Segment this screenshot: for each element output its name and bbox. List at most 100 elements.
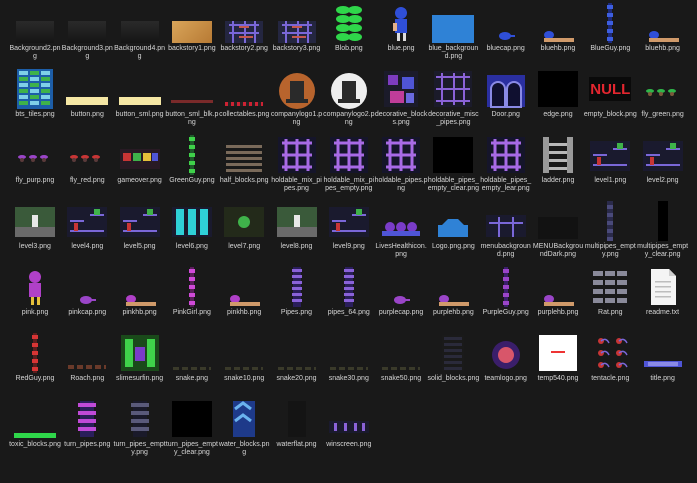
file-item[interactable]: fly_red.png xyxy=(60,135,114,185)
file-item[interactable]: level9.png xyxy=(322,201,376,251)
file-item[interactable]: pipes_64.png xyxy=(322,267,376,317)
file-item[interactable]: toxic_blocks.png xyxy=(8,399,62,449)
file-name: level1.png xyxy=(594,177,627,184)
file-item[interactable]: snake.png xyxy=(165,333,219,383)
file-item[interactable]: holdable_pipes.png xyxy=(374,135,428,193)
file-item[interactable]: pinkhb.png xyxy=(217,267,271,317)
file-item[interactable]: purplehb.png xyxy=(531,267,585,317)
file-item[interactable]: purplecap.png xyxy=(374,267,428,317)
file-item[interactable]: snake10.png xyxy=(217,333,271,383)
file-item[interactable]: Blob.png xyxy=(322,3,376,53)
file-item[interactable]: waterflat.png xyxy=(270,399,324,449)
file-item[interactable]: NULL empty_block.png xyxy=(583,69,637,119)
file-item[interactable]: pinkhb.png xyxy=(113,267,167,317)
file-item[interactable]: gameover.png xyxy=(113,135,167,185)
file-item[interactable]: Pipes.png xyxy=(270,267,324,317)
file-item[interactable]: solid_blocks.png xyxy=(426,333,480,383)
file-item[interactable]: menubackground.png xyxy=(479,201,533,259)
file-item[interactable]: slimesurfin.png xyxy=(113,333,167,383)
file-name: Door.png xyxy=(491,111,520,118)
file-item[interactable]: collectables.png xyxy=(217,69,271,119)
file-item[interactable]: holdable_mix_pipes_empty.png xyxy=(322,135,376,193)
file-item[interactable]: snake50.png xyxy=(374,333,428,383)
file-item[interactable]: backstory1.png xyxy=(165,3,219,53)
file-item[interactable]: GreenGuy.png xyxy=(165,135,219,185)
file-item[interactable]: temp540.png xyxy=(531,333,585,383)
image-thumbnail-icon xyxy=(432,135,474,175)
file-item[interactable]: teamlogo.png xyxy=(479,333,533,383)
file-name: MENUBackgroundDark.png xyxy=(532,243,584,258)
file-item[interactable]: companylogo1.png xyxy=(270,69,324,127)
file-item[interactable]: turn_pipes_empty_clear.png xyxy=(165,399,219,457)
file-item[interactable]: level8.png xyxy=(270,201,324,251)
file-item[interactable]: pinkcap.png xyxy=(60,267,114,317)
file-item[interactable]: button_sml.png xyxy=(113,69,167,119)
file-item[interactable]: pink.png xyxy=(8,267,62,317)
file-item[interactable]: turn_pipes.png xyxy=(60,399,114,449)
file-item[interactable]: turn_pipes_empty.png xyxy=(113,399,167,457)
file-item[interactable]: level7.png xyxy=(217,201,271,251)
file-item[interactable]: fly_purp.png xyxy=(8,135,62,185)
file-item[interactable]: bluehb.png xyxy=(636,3,690,53)
file-item[interactable]: RedGuy.png xyxy=(8,333,62,383)
file-item[interactable]: half_blocks.png xyxy=(217,135,271,185)
file-item[interactable]: winscreen.png xyxy=(322,399,376,449)
file-item[interactable]: level2.png xyxy=(636,135,690,185)
file-item[interactable]: blue_background.png xyxy=(426,3,480,61)
file-item[interactable]: decorative_blocks.png xyxy=(374,69,428,127)
file-item[interactable]: decorative_misc_pipes.png xyxy=(426,69,480,127)
file-item[interactable]: Background4.png xyxy=(113,3,167,61)
file-item[interactable]: tentacle.png xyxy=(583,333,637,383)
file-item[interactable]: readme.txt xyxy=(636,267,690,317)
file-item[interactable]: Door.png xyxy=(479,69,533,119)
file-item[interactable]: level4.png xyxy=(60,201,114,251)
file-name: multipipes_empty.png xyxy=(584,243,636,258)
file-item[interactable]: snake20.png xyxy=(270,333,324,383)
file-item[interactable]: level5.png xyxy=(113,201,167,251)
file-item[interactable]: edge.png xyxy=(531,69,585,119)
file-item[interactable]: bluehb.png xyxy=(531,3,585,53)
file-item[interactable]: holdable_mix_pipes.png xyxy=(270,135,324,193)
file-item[interactable]: water_blocks.png xyxy=(217,399,271,457)
file-item[interactable]: fly_green.png xyxy=(636,69,690,119)
file-item[interactable]: level6.png xyxy=(165,201,219,251)
file-item[interactable]: blue.png xyxy=(374,3,428,53)
file-item[interactable]: MENUBackgroundDark.png xyxy=(531,201,585,259)
file-item[interactable]: purplehb.png xyxy=(426,267,480,317)
image-thumbnail-icon xyxy=(14,3,56,43)
file-name: level5.png xyxy=(123,243,156,250)
file-item[interactable]: bts_tiles.png xyxy=(8,69,62,119)
file-item[interactable]: level1.png xyxy=(583,135,637,185)
file-name: multipipes_empty_clear.png xyxy=(637,243,689,258)
file-item[interactable]: PurpleGuy.png xyxy=(479,267,533,317)
file-item[interactable]: bluecap.png xyxy=(479,3,533,53)
file-item[interactable]: Background2.png xyxy=(8,3,62,61)
file-item[interactable]: multipipes_empty.png xyxy=(583,201,637,259)
image-thumbnail-icon xyxy=(537,201,579,241)
file-item[interactable]: holdable_pipes_empty_lear.png xyxy=(479,135,533,193)
file-item[interactable]: button_sml_blk.png xyxy=(165,69,219,127)
file-item[interactable]: backstory2.png xyxy=(217,3,271,53)
file-name: purplehb.png xyxy=(537,309,579,316)
file-item[interactable]: BlueGuy.png xyxy=(583,3,637,53)
file-item[interactable]: ladder.png xyxy=(531,135,585,185)
file-name: companylogo1.png xyxy=(270,111,323,126)
file-item[interactable]: PinkGirl.png xyxy=(165,267,219,317)
file-item[interactable]: Roach.png xyxy=(60,333,114,383)
file-item[interactable]: LivesHealthicon.png xyxy=(374,201,428,259)
image-thumbnail-icon xyxy=(537,267,579,307)
file-item[interactable]: level3.png xyxy=(8,201,62,251)
file-item[interactable]: snake30.png xyxy=(322,333,376,383)
file-name: level8.png xyxy=(280,243,313,250)
file-item[interactable]: holdable_pipes_empty_clear.png xyxy=(426,135,480,193)
file-item[interactable]: Background3.png xyxy=(60,3,114,61)
file-name: BlueGuy.png xyxy=(590,45,631,52)
file-item[interactable]: Logo.png.png xyxy=(426,201,480,251)
file-item[interactable]: multipipes_empty_clear.png xyxy=(636,201,690,259)
file-item[interactable]: backstory3.png xyxy=(270,3,324,53)
file-item[interactable]: Rat.png xyxy=(583,267,637,317)
file-item[interactable]: companylogo2.png xyxy=(322,69,376,127)
file-item[interactable]: title.png xyxy=(636,333,690,383)
file-item[interactable]: button.png xyxy=(60,69,114,119)
file-name: Background4.png xyxy=(114,45,166,60)
